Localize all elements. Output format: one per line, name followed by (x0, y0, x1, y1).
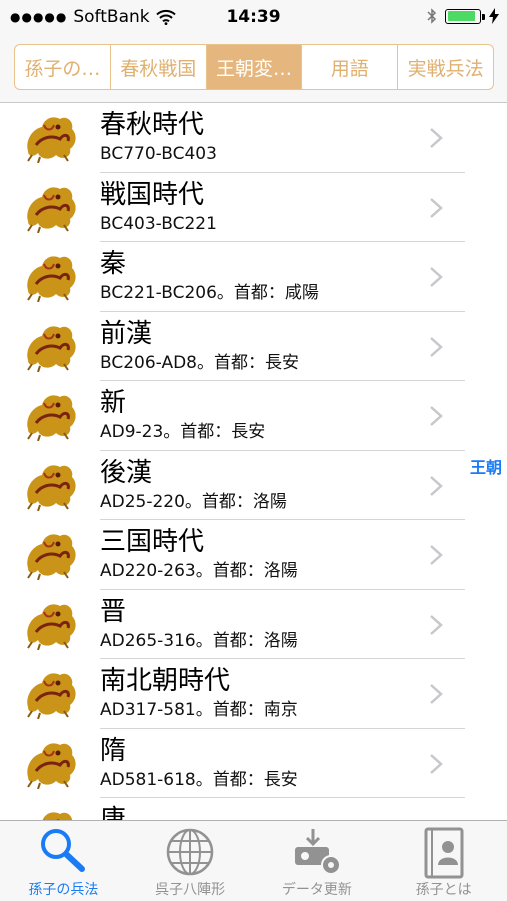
category-segmented-control: 孫子の… 春秋戦国 王朝変… 用語 実戦兵法 (14, 44, 494, 90)
chevron-right-icon (429, 127, 443, 149)
chevron-right-icon (429, 544, 443, 566)
dynasty-row[interactable]: 秦 BC221-BC206。首都：咸陽 (0, 242, 465, 312)
dynasty-row[interactable]: 前漢 BC206-AD8。首都：長安 (0, 312, 465, 382)
chevron-right-icon (429, 614, 443, 636)
dynasty-row[interactable]: 春秋時代 BC770-BC403 (0, 103, 465, 173)
row-title: 後漢 (100, 457, 153, 488)
globe-icon (165, 827, 215, 881)
tab-label: データ更新 (281, 882, 352, 898)
row-title: 春秋時代 (100, 110, 205, 140)
search-icon (39, 827, 87, 877)
battery-icon (445, 8, 485, 24)
segment-bar: 孫子の… 春秋戦国 王朝変… 用語 実戦兵法 (0, 34, 507, 103)
tab-search[interactable]: 孫子の兵法 (0, 821, 127, 901)
dragon-thumbnail-icon (22, 598, 80, 650)
row-subtitle: BC206-AD8。首都：長安 (100, 352, 299, 373)
segment-0[interactable]: 孫子の… (15, 45, 111, 89)
section-index-label[interactable]: 王朝 (470, 454, 502, 478)
dynasty-list: 春秋時代 BC770-BC403 戦国時代 BC403-BC221 秦 BC22… (0, 103, 465, 820)
row-subtitle: AD265-316。首都：洛陽 (100, 630, 298, 651)
chevron-right-icon (429, 336, 443, 358)
row-title: 晋 (100, 596, 127, 627)
row-subtitle: AD220-263。首都：洛陽 (100, 561, 298, 581)
row-subtitle: BC770-BC403 (100, 144, 217, 164)
row-subtitle: AD9-23。首都：長安 (100, 422, 266, 442)
tab-label: 孫子とは (415, 882, 472, 898)
bluetooth-icon (427, 8, 437, 24)
chevron-right-icon (429, 266, 443, 288)
dynasty-row[interactable]: 三国時代 AD220-263。首都：洛陽 (0, 520, 465, 590)
tab-label: 孫子の兵法 (28, 882, 99, 898)
dynasty-row[interactable]: 戦国時代 BC403-BC221 (0, 173, 465, 243)
dragon-thumbnail-icon (22, 111, 80, 164)
dynasty-row[interactable]: 南北朝時代 AD317-581。首都：南京 (0, 659, 465, 729)
dragon-thumbnail-icon (22, 528, 80, 581)
dynasty-row[interactable]: 隋 AD581-618。首都：長安 (0, 729, 465, 799)
row-title: 南北朝時代 (100, 666, 231, 696)
dragon-thumbnail-icon (22, 806, 80, 820)
row-subtitle: BC221-BC206。首都：咸陽 (100, 283, 319, 303)
dynasty-row[interactable]: 晋 AD265-316。首都：洛陽 (0, 590, 465, 660)
chevron-right-icon (429, 197, 443, 219)
chevron-right-icon (429, 753, 443, 775)
download-icon (291, 827, 343, 881)
tab-bar: 孫子の兵法 呉子八陣形 データ更新 孫子とは (0, 820, 507, 901)
dragon-thumbnail-icon (22, 737, 80, 789)
tab-globe[interactable]: 呉子八陣形 (127, 821, 254, 901)
row-title: 秦 (100, 249, 127, 279)
chevron-right-icon (429, 475, 443, 497)
tab-profile-book[interactable]: 孫子とは (380, 821, 507, 901)
dynasty-row[interactable]: 新 AD9-23。首都：長安 (0, 381, 465, 451)
charging-bolt-icon (489, 8, 499, 24)
row-title: 戦国時代 (100, 179, 205, 210)
row-title: 唐 (100, 805, 127, 820)
dragon-thumbnail-icon (22, 320, 80, 372)
chevron-right-icon (429, 683, 443, 705)
row-subtitle: BC403-BC221 (100, 213, 217, 234)
dragon-thumbnail-icon (22, 389, 80, 442)
dragon-thumbnail-icon (22, 250, 80, 303)
dragon-thumbnail-icon (22, 181, 80, 233)
row-title: 新 (100, 388, 127, 418)
segment-2[interactable]: 王朝変… (206, 45, 303, 89)
row-subtitle: AD317-581。首都：南京 (100, 700, 298, 720)
segment-3[interactable]: 用語 (302, 45, 399, 89)
dynasty-row[interactable]: 唐 (0, 798, 465, 820)
profile-book-icon (422, 827, 466, 883)
dynasty-row[interactable]: 後漢 AD25-220。首都：洛陽 (0, 451, 465, 521)
row-subtitle: AD581-618。首都：長安 (100, 769, 298, 790)
row-title: 三国時代 (100, 527, 205, 557)
tab-label: 呉子八陣形 (155, 882, 226, 898)
row-title: 隋 (100, 735, 127, 766)
chevron-right-icon (429, 405, 443, 427)
segment-1[interactable]: 春秋戦国 (111, 45, 207, 89)
row-subtitle: AD25-220。首都：洛陽 (100, 491, 287, 512)
tab-download[interactable]: データ更新 (254, 821, 381, 901)
row-title: 前漢 (100, 318, 153, 349)
dragon-thumbnail-icon (22, 459, 80, 511)
status-bar: ●●●●● SoftBank 14:39 (0, 0, 507, 34)
dragon-thumbnail-icon (22, 667, 80, 720)
segment-4[interactable]: 実戦兵法 (398, 45, 493, 89)
